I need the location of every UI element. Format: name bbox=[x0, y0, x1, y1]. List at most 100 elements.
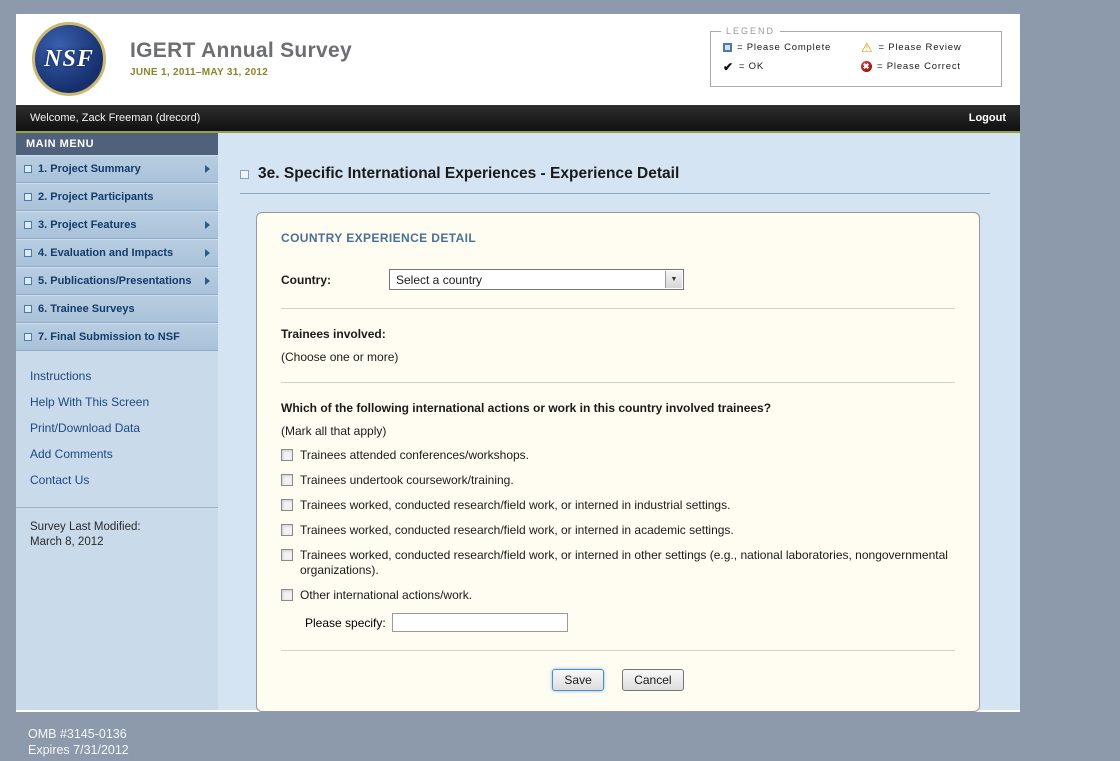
sidebar-item-label: 6. Trainee Surveys bbox=[38, 303, 210, 315]
please-complete-icon bbox=[240, 170, 249, 179]
survey-date-range: JUNE 1, 2011–MAY 31, 2012 bbox=[130, 67, 352, 78]
checkbox-conferences[interactable] bbox=[281, 449, 293, 461]
please-complete-icon bbox=[24, 277, 32, 285]
survey-last-modified: Survey Last Modified: March 8, 2012 bbox=[16, 520, 218, 550]
page-title: 3e. Specific International Experiences -… bbox=[258, 165, 679, 183]
sidebar-item-label: 1. Project Summary bbox=[38, 163, 201, 175]
sidebar-divider bbox=[16, 507, 218, 508]
checkbox-other-settings[interactable] bbox=[281, 549, 293, 561]
please-complete-icon bbox=[24, 305, 32, 313]
nsf-logo: NSF bbox=[32, 22, 106, 96]
sidebar-item-label: 4. Evaluation and Impacts bbox=[38, 247, 201, 259]
country-label: Country: bbox=[281, 273, 389, 287]
chevron-down-icon[interactable]: ▼ bbox=[665, 271, 682, 288]
logout-link[interactable]: Logout bbox=[969, 112, 1006, 124]
chevron-right-icon bbox=[205, 165, 210, 173]
sidebar-item-publications-presentations[interactable]: 5. Publications/Presentations bbox=[16, 267, 218, 295]
please-complete-icon bbox=[24, 333, 32, 341]
legend-item-please-correct: ✖ = Please Correct bbox=[861, 61, 991, 72]
please-complete-icon bbox=[24, 249, 32, 257]
checkbox-row-other-actions: Other international actions/work. bbox=[281, 588, 955, 603]
sidebar-item-evaluation-impacts[interactable]: 4. Evaluation and Impacts bbox=[16, 239, 218, 267]
link-print-download-data[interactable]: Print/Download Data bbox=[16, 415, 218, 441]
checkbox-row-other-settings: Trainees worked, conducted research/fiel… bbox=[281, 548, 955, 578]
legend-box: LEGEND = Please Complete ⚠ = Please Revi… bbox=[710, 31, 1002, 87]
checkbox-row-conferences: Trainees attended conferences/workshops. bbox=[281, 448, 955, 463]
page-title-row: 3e. Specific International Experiences -… bbox=[240, 165, 1020, 183]
page-header: NSF IGERT Annual Survey JUNE 1, 2011–MAY… bbox=[16, 14, 1020, 105]
link-help-with-this-screen[interactable]: Help With This Screen bbox=[16, 389, 218, 415]
title-block: IGERT Annual Survey JUNE 1, 2011–MAY 31,… bbox=[130, 39, 352, 78]
omb-number: OMB #3145-0136 bbox=[28, 726, 129, 742]
content-area: 3e. Specific International Experiences -… bbox=[218, 133, 1020, 710]
checkbox-row-academic: Trainees worked, conducted research/fiel… bbox=[281, 523, 955, 538]
legend-item-please-complete: = Please Complete bbox=[723, 42, 861, 53]
please-complete-icon bbox=[24, 221, 32, 229]
chevron-right-icon bbox=[205, 277, 210, 285]
sidebar-item-trainee-surveys[interactable]: 6. Trainee Surveys bbox=[16, 295, 218, 323]
legend-label: = Please Review bbox=[878, 42, 961, 53]
checkbox-academic-settings[interactable] bbox=[281, 524, 293, 536]
omb-expires: Expires 7/31/2012 bbox=[28, 742, 129, 758]
section-divider bbox=[281, 650, 955, 651]
checkbox-label: Trainees worked, conducted research/fiel… bbox=[300, 498, 730, 513]
trainees-involved-hint: (Choose one or more) bbox=[281, 350, 955, 364]
last-modified-date: March 8, 2012 bbox=[30, 535, 204, 550]
sidebar-item-project-participants[interactable]: 2. Project Participants bbox=[16, 183, 218, 211]
sidebar-item-project-features[interactable]: 3. Project Features bbox=[16, 211, 218, 239]
save-button[interactable]: Save bbox=[552, 669, 603, 691]
section-divider bbox=[281, 382, 955, 383]
title-rule bbox=[240, 193, 990, 194]
country-select[interactable]: Select a country ▼ bbox=[389, 269, 684, 290]
legend-label: = OK bbox=[739, 61, 764, 72]
main-menu-header: MAIN MENU bbox=[16, 133, 218, 155]
please-specify-input[interactable] bbox=[392, 613, 568, 632]
check-mark-icon: ✔ bbox=[723, 62, 734, 72]
warning-triangle-icon: ⚠ bbox=[861, 43, 873, 53]
sidebar-item-final-submission[interactable]: 7. Final Submission to NSF bbox=[16, 323, 218, 351]
survey-page: NSF IGERT Annual Survey JUNE 1, 2011–MAY… bbox=[16, 14, 1020, 712]
actions-question: Which of the following international act… bbox=[281, 401, 955, 415]
legend-label: = Please Complete bbox=[737, 42, 831, 53]
please-specify-label: Please specify: bbox=[305, 616, 386, 630]
checkbox-row-coursework: Trainees undertook coursework/training. bbox=[281, 473, 955, 488]
chevron-right-icon bbox=[205, 249, 210, 257]
checkbox-label: Trainees undertook coursework/training. bbox=[300, 473, 514, 488]
app-title: IGERT Annual Survey bbox=[130, 39, 352, 63]
link-contact-us[interactable]: Contact Us bbox=[16, 467, 218, 493]
checkbox-label: Other international actions/work. bbox=[300, 588, 472, 603]
button-row: Save Cancel bbox=[281, 669, 955, 691]
welcome-bar: Welcome, Zack Freeman (drecord) Logout bbox=[16, 105, 1020, 133]
actions-question-hint: (Mark all that apply) bbox=[281, 424, 955, 438]
sidebar-item-label: 7. Final Submission to NSF bbox=[38, 331, 210, 343]
sidebar-item-label: 5. Publications/Presentations bbox=[38, 275, 201, 287]
chevron-right-icon bbox=[205, 221, 210, 229]
sidebar-links: Instructions Help With This Screen Print… bbox=[16, 351, 218, 497]
legend-label: = Please Correct bbox=[877, 61, 961, 72]
legend-grid: = Please Complete ⚠ = Please Review ✔ = … bbox=[723, 42, 991, 72]
trainees-involved-label: Trainees involved: bbox=[281, 327, 955, 341]
sidebar: MAIN MENU 1. Project Summary 2. Project … bbox=[16, 133, 218, 710]
country-row: Country: Select a country ▼ bbox=[281, 269, 955, 290]
country-experience-panel: COUNTRY EXPERIENCE DETAIL Country: Selec… bbox=[256, 212, 980, 712]
checkbox-label: Trainees attended conferences/workshops. bbox=[300, 448, 529, 463]
link-instructions[interactable]: Instructions bbox=[16, 363, 218, 389]
omb-footer: OMB #3145-0136 Expires 7/31/2012 bbox=[28, 726, 129, 758]
section-divider bbox=[281, 308, 955, 309]
checkbox-industrial-settings[interactable] bbox=[281, 499, 293, 511]
please-complete-icon bbox=[24, 165, 32, 173]
cancel-button[interactable]: Cancel bbox=[622, 669, 683, 691]
last-modified-label: Survey Last Modified: bbox=[30, 520, 204, 535]
sidebar-item-label: 3. Project Features bbox=[38, 219, 201, 231]
red-x-circle-icon: ✖ bbox=[861, 61, 872, 72]
checkbox-label: Trainees worked, conducted research/fiel… bbox=[300, 548, 955, 578]
checkbox-row-industrial: Trainees worked, conducted research/fiel… bbox=[281, 498, 955, 513]
checkbox-coursework[interactable] bbox=[281, 474, 293, 486]
nsf-logo-text: NSF bbox=[44, 46, 94, 73]
please-complete-icon bbox=[24, 193, 32, 201]
welcome-text: Welcome, Zack Freeman (drecord) bbox=[30, 112, 200, 124]
link-add-comments[interactable]: Add Comments bbox=[16, 441, 218, 467]
sidebar-item-project-summary[interactable]: 1. Project Summary bbox=[16, 155, 218, 183]
checkbox-other-actions[interactable] bbox=[281, 589, 293, 601]
legend-caption: LEGEND bbox=[721, 26, 780, 36]
